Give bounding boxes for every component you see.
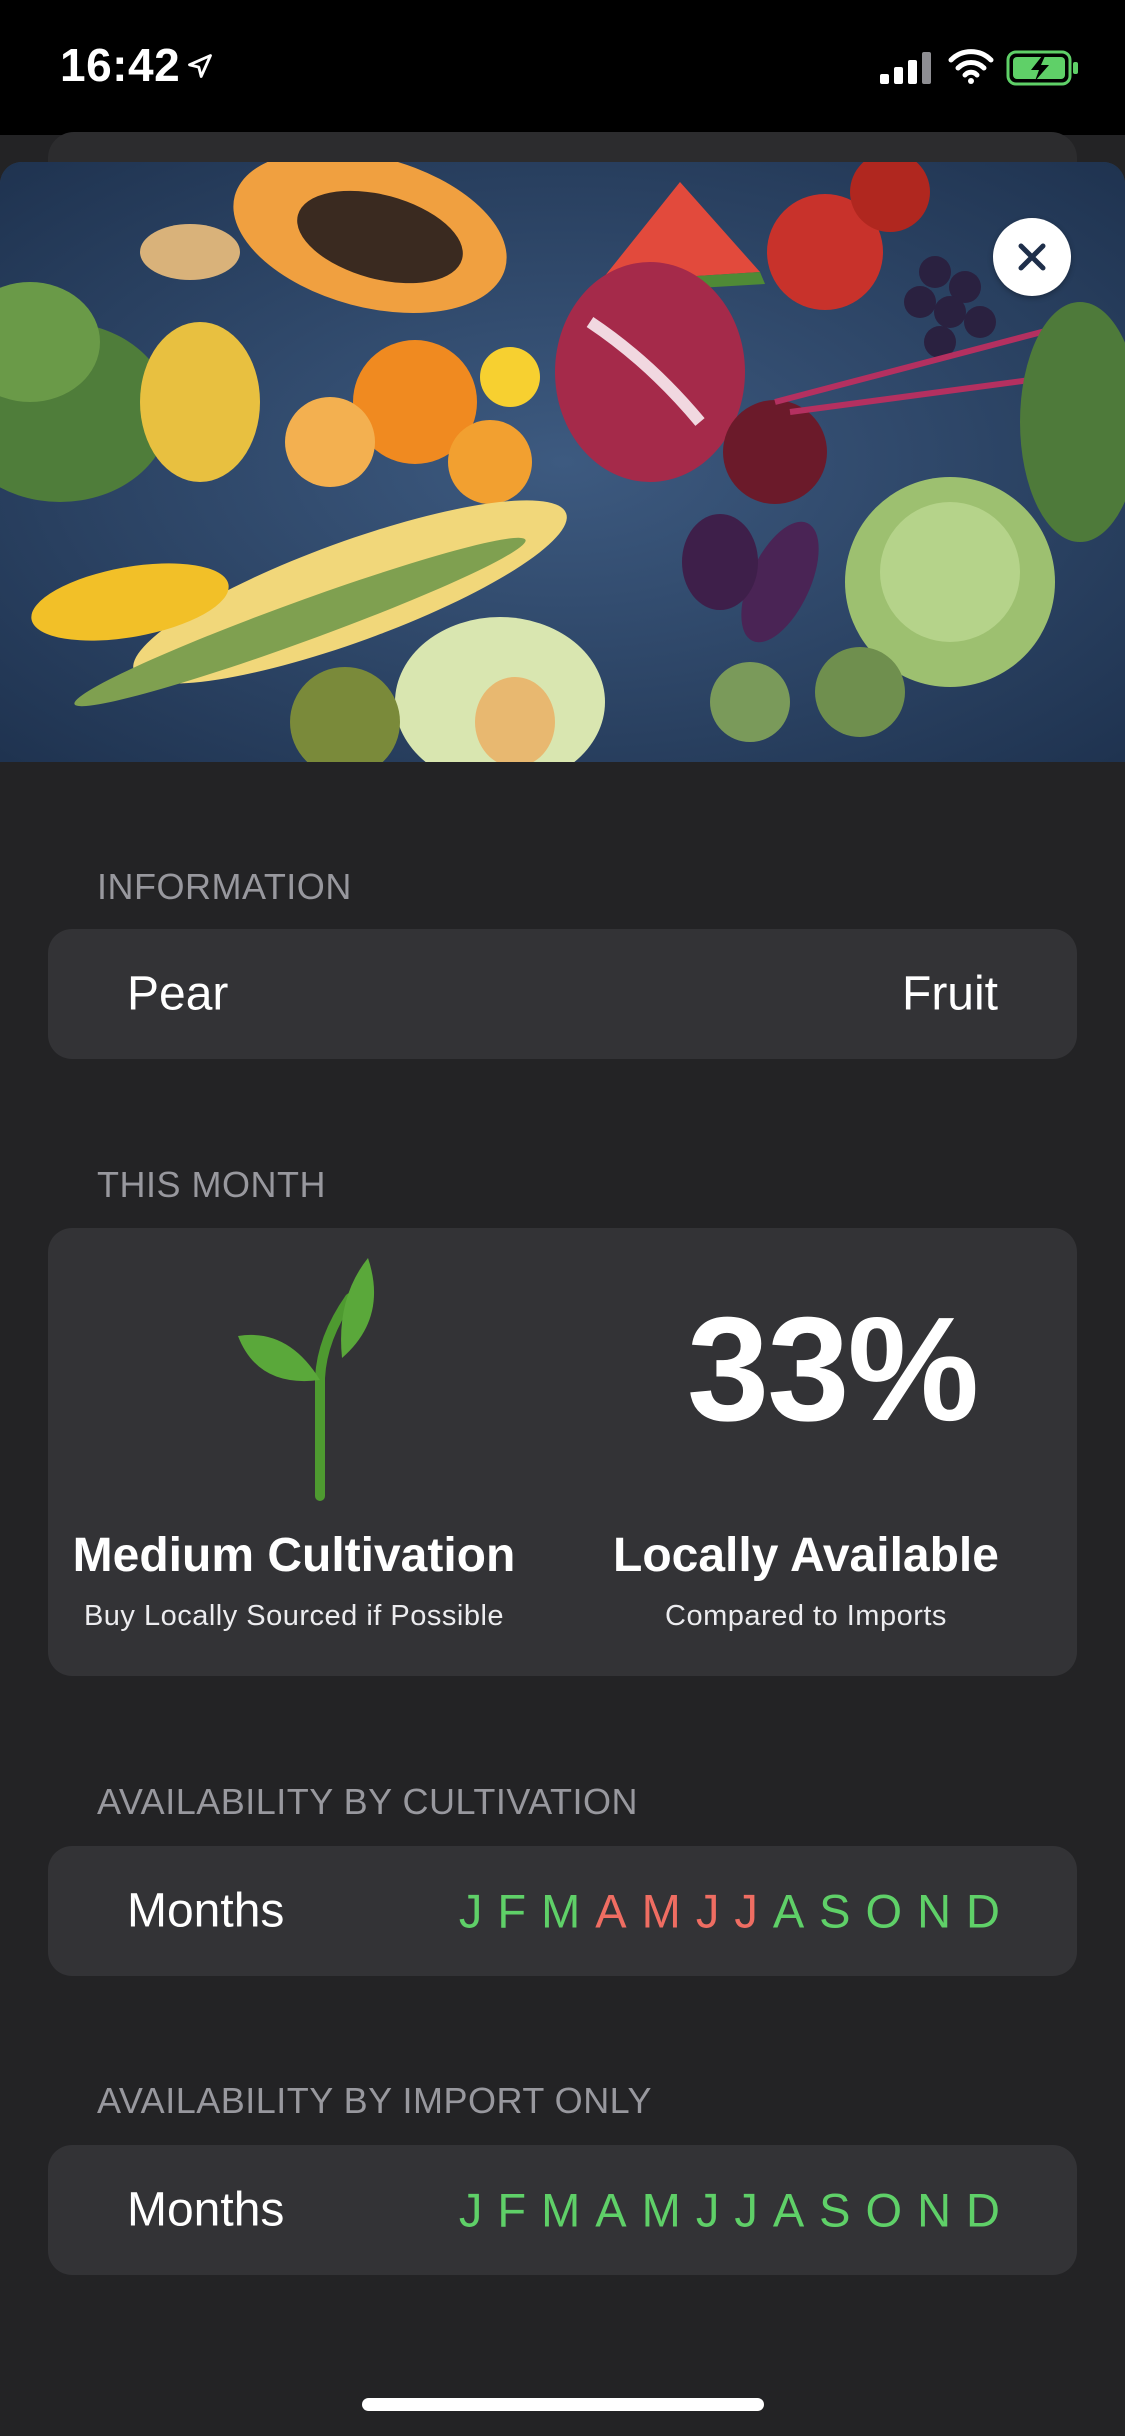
month-letter: D: [966, 1884, 1001, 1938]
information-card: Pear Fruit: [48, 929, 1077, 1059]
close-icon: [1018, 243, 1046, 271]
local-title: Locally Available: [613, 1529, 999, 1582]
month-letter: N: [917, 2183, 953, 2237]
month-letter: J: [734, 1884, 759, 1938]
availability-import-header: AVAILABILITY BY IMPORT ONLY: [97, 2080, 653, 2121]
local-percent: 33%: [686, 1287, 979, 1452]
months-cultivation: JFMAMJJASOND: [459, 1884, 1001, 1939]
month-letter: D: [966, 2183, 1001, 2237]
month-letter: M: [541, 2183, 582, 2237]
month-letter: A: [772, 2183, 806, 2237]
month-letter: J: [458, 2183, 484, 2237]
month-letter: N: [917, 1884, 953, 1938]
month-letter: S: [819, 2183, 852, 2237]
information-header: INFORMATION: [97, 866, 352, 907]
cultivation-subtitle: Buy Locally Sourced if Possible: [83, 1600, 505, 1632]
produce-illustration: [0, 162, 1125, 762]
status-time: 16:42: [60, 39, 181, 91]
month-letter: M: [541, 1884, 582, 1938]
month-letter: F: [497, 2183, 528, 2237]
cellular-signal-icon: [880, 52, 931, 84]
month-letter: J: [734, 2183, 759, 2237]
status-bar: 16:42: [0, 0, 1125, 135]
wifi-icon: [948, 49, 994, 84]
month-letter: J: [695, 2183, 721, 2237]
this-month-header: THIS MONTH: [97, 1164, 326, 1205]
availability-cultivation-card: Months JFMAMJJASOND: [48, 1846, 1077, 1976]
month-letter: F: [497, 1884, 528, 1938]
home-indicator[interactable]: [362, 2398, 764, 2411]
hero-image: [0, 162, 1125, 762]
month-letter: A: [595, 1884, 628, 1938]
produce-category: Fruit: [902, 967, 998, 1021]
month-letter: M: [641, 1884, 682, 1938]
location-arrow-icon: [188, 54, 212, 78]
availability-cultivation-header: AVAILABILITY BY CULTIVATION: [97, 1781, 639, 1822]
sprout-icon: [238, 1258, 375, 1501]
month-letter: J: [458, 1884, 484, 1938]
cultivation-title: Medium Cultivation: [72, 1529, 516, 1582]
month-letter: M: [641, 2183, 682, 2237]
months-label: Months: [127, 1884, 285, 1938]
month-letter: O: [865, 2183, 904, 2237]
this-month-card: 33% Medium Cultivation Buy Locally Sourc…: [48, 1228, 1077, 1676]
months-import: JFMAMJJASOND: [459, 2183, 1001, 2238]
availability-import-card: Months JFMAMJJASOND: [48, 2145, 1077, 2275]
battery-charging-icon: [1006, 50, 1078, 86]
close-button[interactable]: [993, 218, 1071, 296]
month-letter: J: [695, 1884, 721, 1938]
months-label: Months: [127, 2183, 285, 2237]
local-subtitle: Compared to Imports: [665, 1600, 947, 1632]
month-letter: A: [772, 1884, 806, 1938]
month-letter: S: [819, 1884, 852, 1938]
produce-name: Pear: [127, 967, 229, 1021]
month-letter: A: [595, 2183, 628, 2237]
month-letter: O: [865, 1884, 904, 1938]
